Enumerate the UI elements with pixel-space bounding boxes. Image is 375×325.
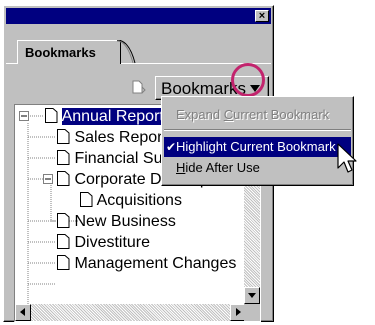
horizontal-scrollbar[interactable] — [15, 304, 246, 321]
new-bookmark-icon[interactable] — [132, 80, 146, 94]
tree-item[interactable]: Divestiture — [57, 232, 150, 253]
scroll-corner — [244, 304, 260, 321]
triangle-down-icon — [248, 293, 256, 298]
bookmark-page-icon — [57, 150, 70, 165]
palette-title-bar[interactable]: × — [6, 8, 271, 24]
tree-item[interactable]: Annual Report — [45, 106, 164, 127]
close-icon: × — [258, 10, 266, 22]
bookmark-page-icon — [57, 234, 70, 249]
menu-separator — [164, 129, 351, 131]
tree-item-label: Divestiture — [74, 234, 151, 251]
tree-item-label: Annual Report — [61, 108, 164, 125]
triangle-right-icon — [236, 308, 241, 316]
bookmark-page-icon — [45, 108, 58, 123]
tab-bookmarks[interactable]: Bookmarks — [17, 40, 121, 64]
close-button[interactable]: × — [255, 10, 269, 22]
scroll-left-button[interactable] — [15, 304, 31, 321]
tree-item[interactable]: Acquisitions — [80, 190, 182, 211]
tree-item-label: Acquisitions — [96, 192, 182, 209]
bookmark-page-icon — [57, 213, 70, 228]
menu-item-highlight-current-bookmark[interactable]: ✔ Highlight Current Bookmark — [164, 137, 351, 157]
checkmark-icon: ✔ — [166, 140, 177, 154]
tree-item[interactable]: Sales Report — [57, 127, 167, 148]
menu-item-label: Highlight Current Bookmark — [176, 139, 336, 154]
menu-item-label: urrent Bookmark — [233, 107, 330, 122]
triangle-left-icon — [20, 308, 25, 316]
bookmark-page-icon — [57, 171, 70, 186]
menu-item-expand-current-bookmark[interactable]: Expand Current Bookmark — [164, 105, 351, 125]
menu-item-label: Expand — [176, 107, 224, 122]
tree-item[interactable]: Management Changes — [57, 253, 236, 274]
tab-edge — [117, 40, 136, 64]
tree-item-label: Management Changes — [74, 255, 237, 272]
scroll-down-button[interactable] — [244, 287, 260, 304]
annotation-circle — [231, 63, 265, 97]
tree-item-label: Sales Report — [74, 129, 167, 146]
tab-label: Bookmarks — [25, 45, 96, 60]
mouse-pointer-icon — [337, 143, 357, 173]
menu-item-mnemonic: H — [176, 160, 186, 175]
collapse-icon[interactable] — [19, 111, 30, 122]
menu-item-label: ide After Use — [185, 160, 260, 175]
bookmark-page-icon — [57, 129, 70, 144]
menu-item-hide-after-use[interactable]: Hide After Use — [164, 158, 351, 178]
collapse-icon[interactable] — [43, 174, 54, 185]
options-menu: Expand Current Bookmark ✔ Highlight Curr… — [161, 96, 354, 186]
bookmark-page-icon — [57, 255, 70, 270]
menu-item-mnemonic: C — [223, 107, 234, 122]
bookmark-page-icon — [80, 192, 93, 207]
tree-item[interactable]: New Business — [57, 211, 176, 232]
tree-item-label: New Business — [74, 213, 176, 230]
